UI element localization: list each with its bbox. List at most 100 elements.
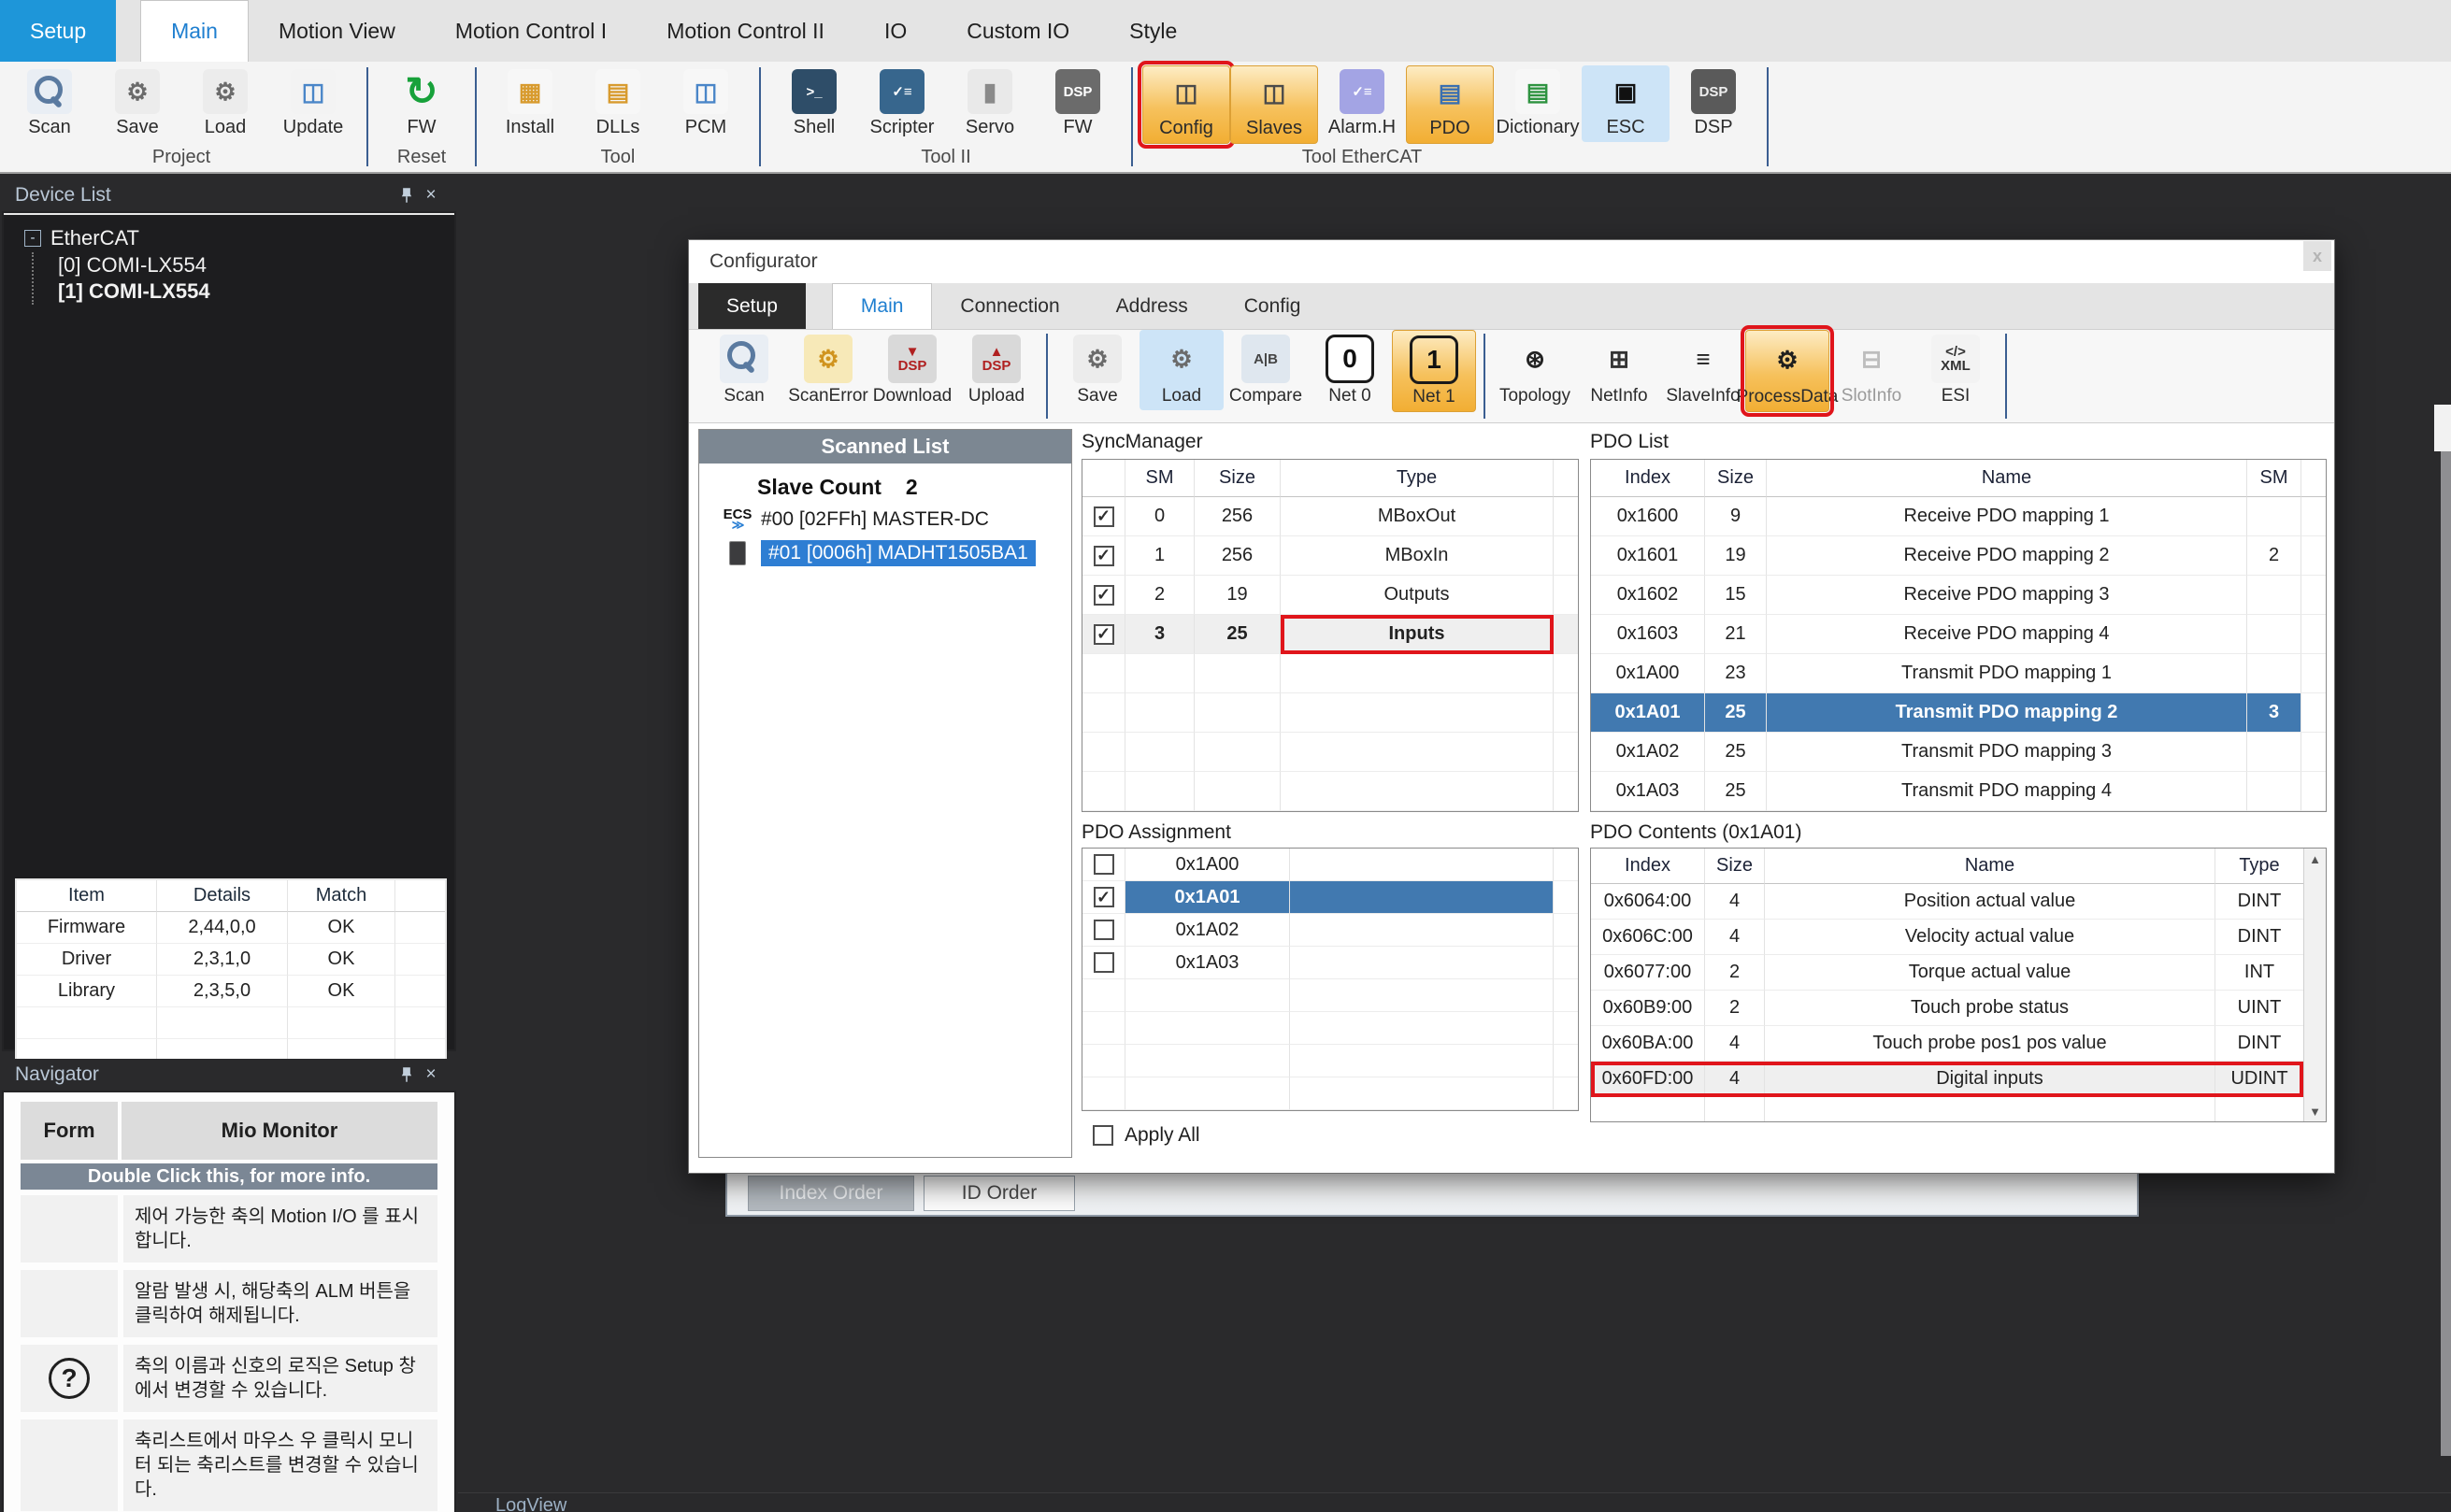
info-banner[interactable]: Double Click this, for more info. bbox=[21, 1163, 437, 1190]
screen-edge-scrollbar[interactable] bbox=[2441, 451, 2451, 1456]
dialog-toolbar-button[interactable]: Scan bbox=[702, 330, 786, 410]
pdo-contents-row[interactable]: 0x6077:00 2 Torque actual value INT bbox=[1591, 955, 2303, 991]
dialog-toolbar-button[interactable]: ⊞NetInfo bbox=[1577, 330, 1661, 410]
toolbar-button[interactable]: ⚙Load bbox=[181, 65, 269, 142]
dialog-toolbar-button[interactable]: ≡SlaveInfo bbox=[1661, 330, 1745, 410]
toolbar-button[interactable]: ⚙Save bbox=[93, 65, 181, 142]
pdo-assignment-row[interactable]: 0x1A02 bbox=[1082, 914, 1578, 947]
toolbar-button[interactable]: ◫Config bbox=[1142, 65, 1230, 144]
pdo-contents-row[interactable]: 0x6064:00 4 Position actual value DINT bbox=[1591, 884, 2303, 920]
id-order-button[interactable]: ID Order bbox=[924, 1176, 1075, 1211]
toolbar-button[interactable]: ✓≡Scripter bbox=[858, 65, 946, 142]
dialog-close-button[interactable]: x bbox=[2303, 241, 2331, 271]
pin-icon[interactable] bbox=[394, 185, 419, 206]
syncmanager-row[interactable] bbox=[1082, 654, 1578, 693]
dialog-tab[interactable]: Main bbox=[832, 283, 933, 329]
row-checkbox[interactable] bbox=[1094, 952, 1114, 973]
pdo-list-row[interactable]: 0x1603 21 Receive PDO mapping 4 bbox=[1591, 615, 2326, 654]
syncmanager-row[interactable] bbox=[1082, 693, 1578, 733]
toolbar-button[interactable]: DSPDSP bbox=[1670, 65, 1757, 142]
scroll-up-icon[interactable]: ▲ bbox=[2309, 849, 2321, 869]
pdo-list-row[interactable]: 0x1A03 25 Transmit PDO mapping 4 bbox=[1591, 772, 2326, 811]
pdo-list-row[interactable]: 0x1602 15 Receive PDO mapping 3 bbox=[1591, 576, 2326, 615]
toolbar-button[interactable]: ▤Dictionary bbox=[1494, 65, 1582, 142]
scrollbar[interactable]: ▲ ▼ bbox=[2303, 849, 2326, 1121]
close-icon[interactable]: × bbox=[419, 1064, 443, 1085]
row-checkbox[interactable] bbox=[1094, 506, 1114, 527]
index-order-button[interactable]: Index Order bbox=[748, 1176, 914, 1211]
toolbar-button[interactable]: >_Shell bbox=[770, 65, 858, 142]
pdo-contents-row[interactable]: 0x606C:00 4 Velocity actual value DINT bbox=[1591, 920, 2303, 955]
pin-icon[interactable] bbox=[394, 1064, 419, 1085]
ribbon-tab[interactable]: Motion Control I bbox=[425, 0, 637, 62]
syncmanager-row[interactable]: 0 256 MBoxOut bbox=[1082, 497, 1578, 536]
pdo-list-row[interactable]: 0x1A00 23 Transmit PDO mapping 1 bbox=[1591, 654, 2326, 693]
syncmanager-row[interactable] bbox=[1082, 733, 1578, 772]
dialog-toolbar-button[interactable]: ⚙ScanError bbox=[786, 330, 870, 410]
navigator-tab-form[interactable]: Form bbox=[21, 1102, 118, 1160]
ribbon-tab[interactable]: Style bbox=[1099, 0, 1207, 62]
pdo-list-row[interactable]: 0x1A02 25 Transmit PDO mapping 3 bbox=[1591, 733, 2326, 772]
row-checkbox[interactable] bbox=[1094, 585, 1114, 606]
pdo-assignment-row[interactable] bbox=[1082, 1045, 1578, 1077]
toolbar-button[interactable]: DSPFW bbox=[1034, 65, 1122, 142]
syncmanager-row[interactable]: 1 256 MBoxIn bbox=[1082, 536, 1578, 576]
ribbon-tab[interactable]: Motion View bbox=[249, 0, 425, 62]
toolbar-button[interactable]: ✓≡Alarm.H bbox=[1318, 65, 1406, 142]
dialog-tab[interactable]: Config bbox=[1216, 283, 1329, 329]
dialog-toolbar-button[interactable]: ▲ DSPUpload bbox=[954, 330, 1039, 410]
row-checkbox[interactable] bbox=[1094, 624, 1114, 645]
toolbar-button[interactable]: ▦Install bbox=[486, 65, 574, 142]
toolbar-button[interactable]: Scan bbox=[6, 65, 93, 142]
ribbon-tab[interactable]: Main bbox=[140, 0, 249, 62]
logview-titlebar[interactable]: LogView bbox=[458, 1492, 2451, 1512]
toolbar-button[interactable]: ↻FW bbox=[378, 65, 466, 142]
dialog-toolbar-button[interactable]: ⚙Save bbox=[1055, 330, 1140, 410]
toolbar-button[interactable]: ◫Slaves bbox=[1230, 65, 1318, 144]
dialog-toolbar-button[interactable]: ▼ DSPDownload bbox=[870, 330, 954, 410]
dialog-toolbar-button[interactable]: ⚙Load bbox=[1140, 330, 1224, 410]
row-checkbox[interactable] bbox=[1094, 854, 1114, 875]
pdo-assignment-row[interactable]: 0x1A01 bbox=[1082, 881, 1578, 914]
dialog-toolbar-button[interactable]: ⚙ProcessData bbox=[1745, 330, 1829, 412]
pdo-assignment-row[interactable]: 0x1A03 bbox=[1082, 947, 1578, 979]
pdo-assignment-row[interactable] bbox=[1082, 1012, 1578, 1045]
pdo-assignment-row[interactable]: 0x1A00 bbox=[1082, 849, 1578, 881]
dialog-tab[interactable]: Connection bbox=[932, 283, 1087, 329]
ribbon-tab[interactable]: Setup bbox=[0, 0, 116, 62]
dialog-titlebar[interactable]: Configurator bbox=[689, 240, 2334, 283]
dialog-toolbar-button[interactable]: 0Net 0 bbox=[1308, 330, 1392, 410]
pdo-assignment-row[interactable] bbox=[1082, 1077, 1578, 1110]
toolbar-button[interactable]: ▤PDO bbox=[1406, 65, 1494, 144]
tree-collapse-icon[interactable]: - bbox=[24, 230, 41, 247]
dialog-toolbar-button[interactable]: ⊟SlotInfo bbox=[1829, 330, 1914, 410]
row-checkbox[interactable] bbox=[1094, 546, 1114, 566]
tree-node-device[interactable]: [0] COMI-LX554 bbox=[58, 252, 454, 278]
syncmanager-row[interactable]: 3 25 Inputs bbox=[1082, 615, 1578, 654]
toolbar-button[interactable]: ▣ESC bbox=[1582, 65, 1670, 142]
syncmanager-row[interactable] bbox=[1082, 772, 1578, 811]
dialog-toolbar-button[interactable]: ⊛Topology bbox=[1493, 330, 1577, 410]
ribbon-tab[interactable]: Motion Control II bbox=[637, 0, 854, 62]
dialog-tab[interactable]: Setup bbox=[698, 283, 806, 329]
dialog-tab[interactable]: Address bbox=[1088, 283, 1216, 329]
apply-all-checkbox[interactable] bbox=[1093, 1125, 1113, 1146]
scroll-down-icon[interactable]: ▼ bbox=[2309, 1101, 2321, 1121]
toolbar-button[interactable]: ◫PCM bbox=[662, 65, 750, 142]
scanned-list-item[interactable]: #01 [0006h] MADHT1505BA1 bbox=[718, 539, 1071, 567]
tree-node-ethercat[interactable]: - EtherCAT bbox=[24, 224, 454, 252]
row-checkbox[interactable] bbox=[1094, 920, 1114, 940]
dialog-toolbar-button[interactable]: 1Net 1 bbox=[1392, 330, 1476, 412]
pdo-contents-row[interactable]: 0x60B9:00 2 Touch probe status UINT bbox=[1591, 991, 2303, 1026]
toolbar-button[interactable]: ◫Update bbox=[269, 65, 357, 142]
ribbon-tab[interactable]: Custom IO bbox=[937, 0, 1099, 62]
tree-node-device[interactable]: [1] COMI-LX554 bbox=[58, 278, 454, 305]
pdo-contents-row[interactable]: 0x60FD:00 4 Digital inputs UDINT bbox=[1591, 1062, 2303, 1097]
dialog-toolbar-button[interactable]: </> XMLESI bbox=[1914, 330, 1998, 410]
pdo-list-row[interactable]: 0x1600 9 Receive PDO mapping 1 bbox=[1591, 497, 2326, 536]
ribbon-tab[interactable]: IO bbox=[854, 0, 937, 62]
scanned-list-item[interactable]: ECS≫ #00 [02FFh] MASTER-DC bbox=[718, 506, 1071, 534]
dialog-toolbar-button[interactable]: A|BCompare bbox=[1224, 330, 1308, 410]
close-icon[interactable]: × bbox=[419, 185, 443, 206]
pdo-assignment-row[interactable] bbox=[1082, 979, 1578, 1012]
